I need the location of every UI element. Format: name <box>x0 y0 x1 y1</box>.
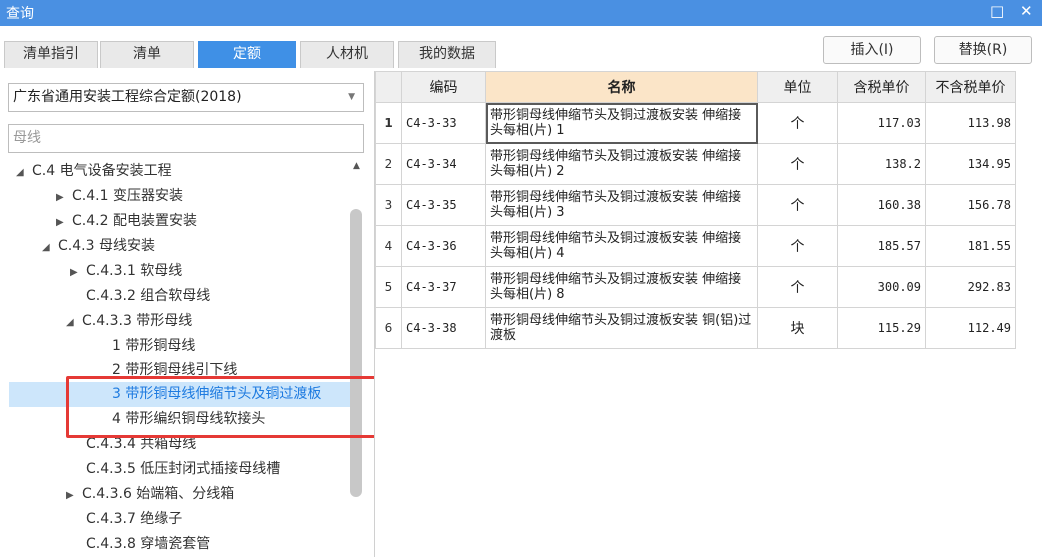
cell-price-notax[interactable]: 292.83 <box>925 266 1016 308</box>
cell-name[interactable]: 带形铜母线伸缩节头及铜过渡板安装 伸缩接头每相(片) 4 <box>485 225 758 267</box>
scroll-up-icon[interactable]: ▲ <box>350 161 363 173</box>
cell-price-notax[interactable]: 134.95 <box>925 143 1016 185</box>
expand-icon[interactable]: ◢ <box>42 235 58 260</box>
table-row[interactable]: 2 C4-3-34 带形铜母线伸缩节头及铜过渡板安装 伸缩接头每相(片) 2 个… <box>375 143 1016 185</box>
tree-node[interactable]: ◢ C.4.3 母线安装 <box>42 234 155 259</box>
cell-code[interactable]: C4-3-35 <box>401 184 486 226</box>
cell-price-tax[interactable]: 185.57 <box>837 225 926 267</box>
table-row[interactable]: 5 C4-3-37 带形铜母线伸缩节头及铜过渡板安装 伸缩接头每相(片) 8 个… <box>375 266 1016 308</box>
search-input[interactable]: 母线 <box>8 124 364 153</box>
table-row[interactable]: 3 C4-3-35 带形铜母线伸缩节头及铜过渡板安装 伸缩接头每相(片) 3 个… <box>375 184 1016 226</box>
table-header-row: 编码 名称 单位 含税单价 不含税单价 <box>375 71 1016 103</box>
tree-node[interactable]: C.4.3.8 穿墙瓷套管 <box>86 532 210 557</box>
row-number: 3 <box>375 184 402 226</box>
tree-node[interactable]: C.4.3.2 组合软母线 <box>86 284 210 309</box>
column-header-price-notax[interactable]: 不含税单价 <box>925 71 1016 103</box>
tab-list-guide[interactable]: 清单指引 <box>4 41 98 68</box>
cell-unit[interactable]: 个 <box>757 102 838 144</box>
tab-my-data[interactable]: 我的数据 <box>398 41 496 68</box>
title-bar: 查询 □ ✕ <box>0 0 1042 26</box>
table-row[interactable]: 6 C4-3-38 带形铜母线伸缩节头及铜过渡板安装 铜(铝)过渡板 块 115… <box>375 307 1016 349</box>
tab-bar: 清单指引 清单 定额 人材机 我的数据 插入(I) 替换(R) <box>0 26 1042 68</box>
collapse-icon[interactable]: ▶ <box>70 260 86 285</box>
cell-name[interactable]: 带形铜母线伸缩节头及铜过渡板安装 伸缩接头每相(片) 2 <box>485 143 758 185</box>
chevron-down-icon[interactable]: ▼ <box>348 84 355 111</box>
tab-list[interactable]: 清单 <box>100 41 194 68</box>
column-header-name[interactable]: 名称 <box>485 71 758 103</box>
expand-icon[interactable]: ◢ <box>66 310 82 335</box>
cell-price-notax[interactable]: 156.78 <box>925 184 1016 226</box>
column-header-price-tax[interactable]: 含税单价 <box>837 71 926 103</box>
column-header-code[interactable]: 编码 <box>401 71 486 103</box>
row-number: 6 <box>375 307 402 349</box>
quota-table: 编码 名称 单位 含税单价 不含税单价 1 C4-3-33 带形铜母线伸缩节头及… <box>375 71 1016 349</box>
tab-labor-material[interactable]: 人材机 <box>300 41 394 68</box>
cell-price-tax[interactable]: 160.38 <box>837 184 926 226</box>
cell-code[interactable]: C4-3-37 <box>401 266 486 308</box>
cell-name[interactable]: 带形铜母线伸缩节头及铜过渡板安装 伸缩接头每相(片) 8 <box>485 266 758 308</box>
cell-name[interactable]: 带形铜母线伸缩节头及铜过渡板安装 伸缩接头每相(片) 3 <box>485 184 758 226</box>
cell-price-tax[interactable]: 117.03 <box>837 102 926 144</box>
cell-name[interactable]: 带形铜母线伸缩节头及铜过渡板安装 伸缩接头每相(片) 1 <box>485 102 758 144</box>
tab-quota[interactable]: 定额 <box>198 41 296 68</box>
tree-node[interactable]: C.4.3.5 低压封闭式插接母线槽 <box>86 457 280 482</box>
cell-name[interactable]: 带形铜母线伸缩节头及铜过渡板安装 铜(铝)过渡板 <box>485 307 758 349</box>
cell-code[interactable]: C4-3-34 <box>401 143 486 185</box>
cell-price-notax[interactable]: 112.49 <box>925 307 1016 349</box>
tree-node[interactable]: ▶ C.4.2 配电装置安装 <box>56 209 197 234</box>
tree-scrollbar-thumb[interactable] <box>350 209 362 497</box>
cell-unit[interactable]: 个 <box>757 143 838 185</box>
cell-price-tax[interactable]: 115.29 <box>837 307 926 349</box>
tree-node[interactable]: ◢ C.4.3.3 带形母线 <box>66 309 192 334</box>
collapse-icon[interactable]: ▶ <box>66 483 82 508</box>
tree-node[interactable]: ▶ C.4.1 变压器安装 <box>56 184 183 209</box>
row-number: 1 <box>375 102 402 144</box>
cell-unit[interactable]: 个 <box>757 184 838 226</box>
collapse-icon[interactable]: ▶ <box>56 185 72 210</box>
cell-code[interactable]: C4-3-38 <box>401 307 486 349</box>
category-tree: ◢ C.4 电气设备安装工程 ▶ C.4.1 变压器安装 ▶ C.4.2 配电装置安装… <box>0 159 350 557</box>
row-number: 5 <box>375 266 402 308</box>
table-row[interactable]: 4 C4-3-36 带形铜母线伸缩节头及铜过渡板安装 伸缩接头每相(片) 4 个… <box>375 225 1016 267</box>
cell-price-notax[interactable]: 181.55 <box>925 225 1016 267</box>
row-number: 2 <box>375 143 402 185</box>
cell-unit[interactable]: 个 <box>757 266 838 308</box>
cell-unit[interactable]: 个 <box>757 225 838 267</box>
cell-price-tax[interactable]: 138.2 <box>837 143 926 185</box>
cell-price-tax[interactable]: 300.09 <box>837 266 926 308</box>
cell-unit[interactable]: 块 <box>757 307 838 349</box>
cell-code[interactable]: C4-3-33 <box>401 102 486 144</box>
tree-node[interactable]: ◢ C.4 电气设备安装工程 <box>16 159 172 184</box>
tree-node[interactable]: ▶ C.4.3.6 始端箱、分线箱 <box>66 482 234 507</box>
replace-button[interactable]: 替换(R) <box>934 36 1032 64</box>
quota-library-value: 广东省通用安装工程综合定额(2018) <box>13 89 242 105</box>
cell-code[interactable]: C4-3-36 <box>401 225 486 267</box>
restore-icon[interactable]: □ <box>990 2 1004 20</box>
highlight-annotation-box <box>66 376 402 438</box>
row-number-header <box>375 71 402 103</box>
row-number: 4 <box>375 225 402 267</box>
tree-node[interactable]: ▶ C.4.3.1 软母线 <box>70 259 182 284</box>
cell-price-notax[interactable]: 113.98 <box>925 102 1016 144</box>
tree-node[interactable]: C.4.3.7 绝缘子 <box>86 507 182 532</box>
result-table-panel: 编码 名称 单位 含税单价 不含税单价 1 C4-3-33 带形铜母线伸缩节头及… <box>374 71 1042 557</box>
expand-icon[interactable]: ◢ <box>16 160 32 185</box>
close-icon[interactable]: ✕ <box>1020 2 1033 20</box>
window-title: 查询 <box>6 6 34 22</box>
quota-library-select[interactable]: 广东省通用安装工程综合定额(2018) ▼ <box>8 83 364 112</box>
column-header-unit[interactable]: 单位 <box>757 71 838 103</box>
table-row[interactable]: 1 C4-3-33 带形铜母线伸缩节头及铜过渡板安装 伸缩接头每相(片) 1 个… <box>375 102 1016 144</box>
collapse-icon[interactable]: ▶ <box>56 210 72 235</box>
tree-node[interactable]: 1 带形铜母线 <box>112 334 195 359</box>
insert-button[interactable]: 插入(I) <box>823 36 921 64</box>
